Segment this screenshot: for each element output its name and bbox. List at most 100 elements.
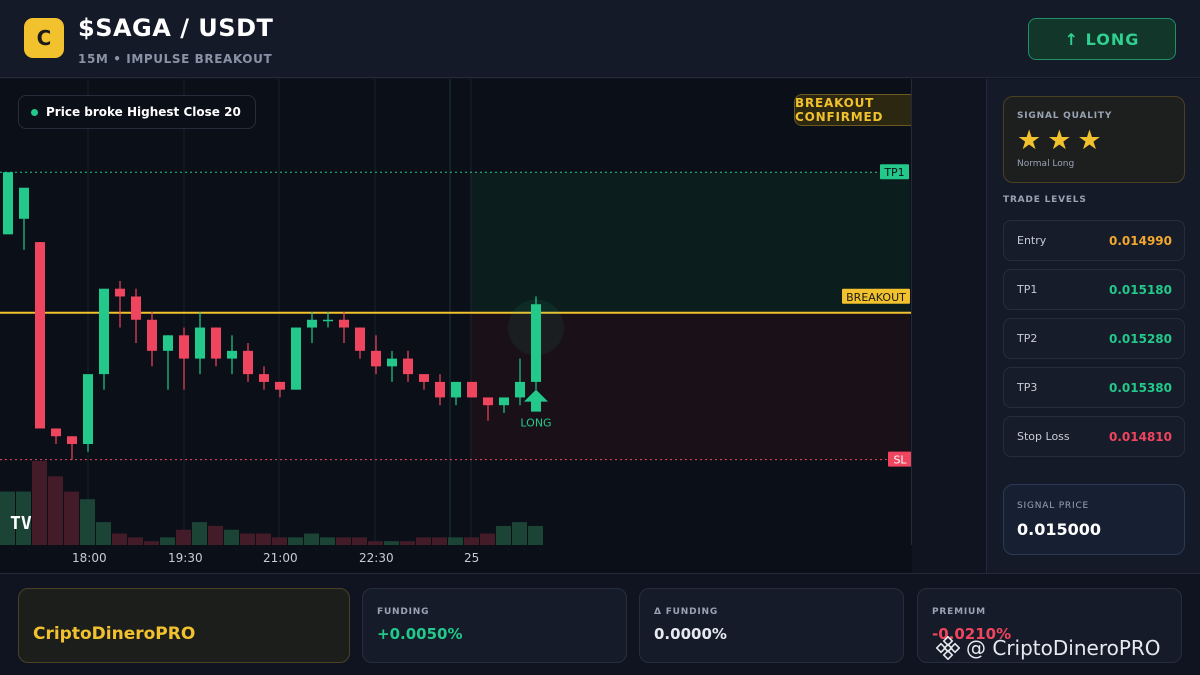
sl-tag-name: SL	[893, 454, 907, 467]
long-marker-label: LONG	[520, 417, 551, 430]
candle-body	[3, 172, 13, 235]
delta-funding-card: Δ FUNDING 0.0000%	[639, 588, 904, 663]
brand-name: CriptoDineroPRO	[33, 624, 196, 644]
delta-funding-label: Δ FUNDING	[654, 607, 719, 617]
time-label: 21:00	[263, 551, 298, 565]
level-name: TP3	[1017, 381, 1038, 394]
brand-card: CriptoDineroPRO	[18, 588, 350, 663]
candle-body	[499, 397, 509, 406]
price-broke-text: Price broke Highest Close 20	[46, 105, 241, 119]
watermark: @ CriptoDineroPRO	[936, 636, 1161, 660]
volume-bar	[64, 491, 79, 545]
breakout-confirmed-badge: BREAKOUT CONFIRMED	[794, 94, 911, 126]
volume-bar	[176, 529, 191, 545]
candle-body	[387, 358, 397, 367]
breakout-tag-name: BREAKOUT	[846, 291, 906, 304]
candle-body	[131, 296, 141, 320]
delta-funding-value: 0.0000%	[654, 625, 727, 643]
candle-body	[371, 350, 381, 367]
level-name: Entry	[1017, 234, 1047, 247]
candle-body	[211, 327, 221, 359]
level-tp3: TP3 0.015380	[1003, 367, 1185, 408]
level-entry: Entry 0.014990	[1003, 220, 1185, 261]
level-tp2: TP2 0.015280	[1003, 318, 1185, 359]
volume-bar	[48, 476, 63, 545]
signal-quality-card: SIGNAL QUALITY ★★★ Normal Long	[1003, 96, 1185, 183]
volume-bar	[336, 537, 351, 545]
level-stop-loss: Stop Loss 0.014810	[1003, 416, 1185, 457]
volume-bar	[160, 537, 175, 545]
volume-bar	[272, 537, 287, 545]
watermark-text: @ CriptoDineroPRO	[966, 636, 1161, 660]
candle-body	[99, 288, 109, 375]
level-value: 0.014990	[1108, 234, 1172, 248]
tp1-tag-name: TP1	[883, 166, 904, 179]
candle-body	[67, 436, 77, 445]
candle-body	[259, 374, 269, 382]
level-value: 0.015380	[1108, 381, 1172, 395]
candle-body	[355, 327, 365, 351]
level-value: 0.015180	[1108, 283, 1172, 297]
candle-body	[435, 381, 445, 398]
volume-bar	[496, 525, 511, 545]
volume-bar	[192, 522, 207, 545]
trade-levels-title: TRADE LEVELS	[1003, 195, 1087, 205]
candle-body	[275, 381, 285, 390]
level-tp1: TP1 0.015180	[1003, 269, 1185, 310]
level-value: 0.015280	[1108, 332, 1172, 346]
time-label: 19:30	[168, 551, 203, 565]
candle-body	[515, 381, 525, 398]
volume-bar	[416, 537, 431, 545]
volume-bar	[112, 533, 127, 545]
time-axis: 18:00 19:30 21:00 22:30 25	[0, 545, 912, 573]
candle-body	[291, 327, 301, 390]
signal-glow	[508, 299, 564, 356]
candle-body	[115, 288, 125, 297]
volume-bar	[432, 537, 447, 545]
volume-bar	[80, 499, 95, 545]
candle-body	[83, 374, 93, 445]
signal-quality-subtitle: Normal Long	[1017, 159, 1075, 169]
signal-price-value: 0.015000	[1017, 520, 1102, 539]
volume-bar	[208, 525, 223, 545]
candle-body	[419, 374, 429, 382]
premium-label: PREMIUM	[932, 607, 986, 617]
pair-subtitle: 15M • IMPULSE BREAKOUT	[78, 52, 273, 66]
price-chart[interactable]: LONGTP10.02BREAKOUT0.010.01SL0.01 Price …	[0, 79, 912, 545]
volume-bar	[320, 537, 335, 545]
funding-label: FUNDING	[377, 607, 430, 617]
price-broke-badge: Price broke Highest Close 20	[18, 95, 256, 129]
signal-price-card: SIGNAL PRICE 0.015000	[1003, 484, 1185, 555]
chart-canvas: LONGTP10.02BREAKOUT0.010.01SL0.01	[0, 79, 911, 545]
candle-body	[51, 428, 61, 437]
level-value: 0.014810	[1108, 430, 1172, 444]
volume-bar	[448, 537, 463, 545]
candle-body	[451, 381, 461, 398]
status-dot-icon	[31, 108, 38, 116]
level-name: Stop Loss	[1017, 430, 1070, 443]
candle-body	[35, 242, 45, 429]
candle-body	[307, 319, 317, 328]
time-label: 25	[464, 551, 480, 565]
candle-body	[339, 319, 349, 328]
volume-bar	[128, 537, 143, 545]
long-button[interactable]: ↑ LONG	[1028, 18, 1176, 60]
signal-price-label: SIGNAL PRICE	[1017, 501, 1090, 511]
tradingview-logo: TV	[10, 513, 32, 534]
level-name: TP2	[1017, 332, 1038, 345]
volume-bar	[240, 533, 255, 545]
candle-body	[179, 335, 189, 359]
star-rating-icon: ★★★	[1017, 125, 1108, 156]
signal-panel: SIGNAL QUALITY ★★★ Normal Long TRADE LEV…	[986, 79, 1200, 573]
volume-bar	[288, 537, 303, 545]
candle-body	[323, 319, 333, 322]
volume-bar	[304, 533, 319, 545]
level-name: TP1	[1017, 283, 1038, 296]
volume-bar	[512, 522, 527, 545]
pair-title: $SAGA / USDT	[78, 14, 274, 42]
volume-bar	[256, 533, 271, 545]
binance-icon	[936, 636, 960, 660]
funding-value: +0.0050%	[377, 625, 463, 643]
volume-bar	[352, 537, 367, 545]
candle-body	[19, 187, 29, 219]
